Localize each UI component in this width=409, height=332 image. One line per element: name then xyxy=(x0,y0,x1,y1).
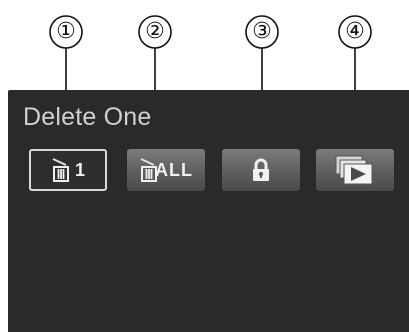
protect-button[interactable] xyxy=(222,149,300,191)
screen-title: Delete One xyxy=(23,103,152,131)
lock-icon xyxy=(249,157,273,183)
delete-all-button[interactable]: ALL xyxy=(127,149,205,191)
delete-one-label: 1 xyxy=(74,159,85,180)
callout-number-3: ③ xyxy=(252,19,272,44)
callout-number-4: ④ xyxy=(345,19,365,44)
slideshow-icon xyxy=(333,154,377,186)
callout-number-2: ② xyxy=(145,19,165,44)
camera-menu-screen: Delete One 1 ALL xyxy=(8,90,409,332)
trash-icon xyxy=(51,157,73,183)
callout-number-1: ① xyxy=(56,19,76,44)
slideshow-button[interactable] xyxy=(316,149,394,191)
delete-one-button[interactable]: 1 xyxy=(29,149,107,191)
delete-all-label: ALL xyxy=(155,159,193,180)
